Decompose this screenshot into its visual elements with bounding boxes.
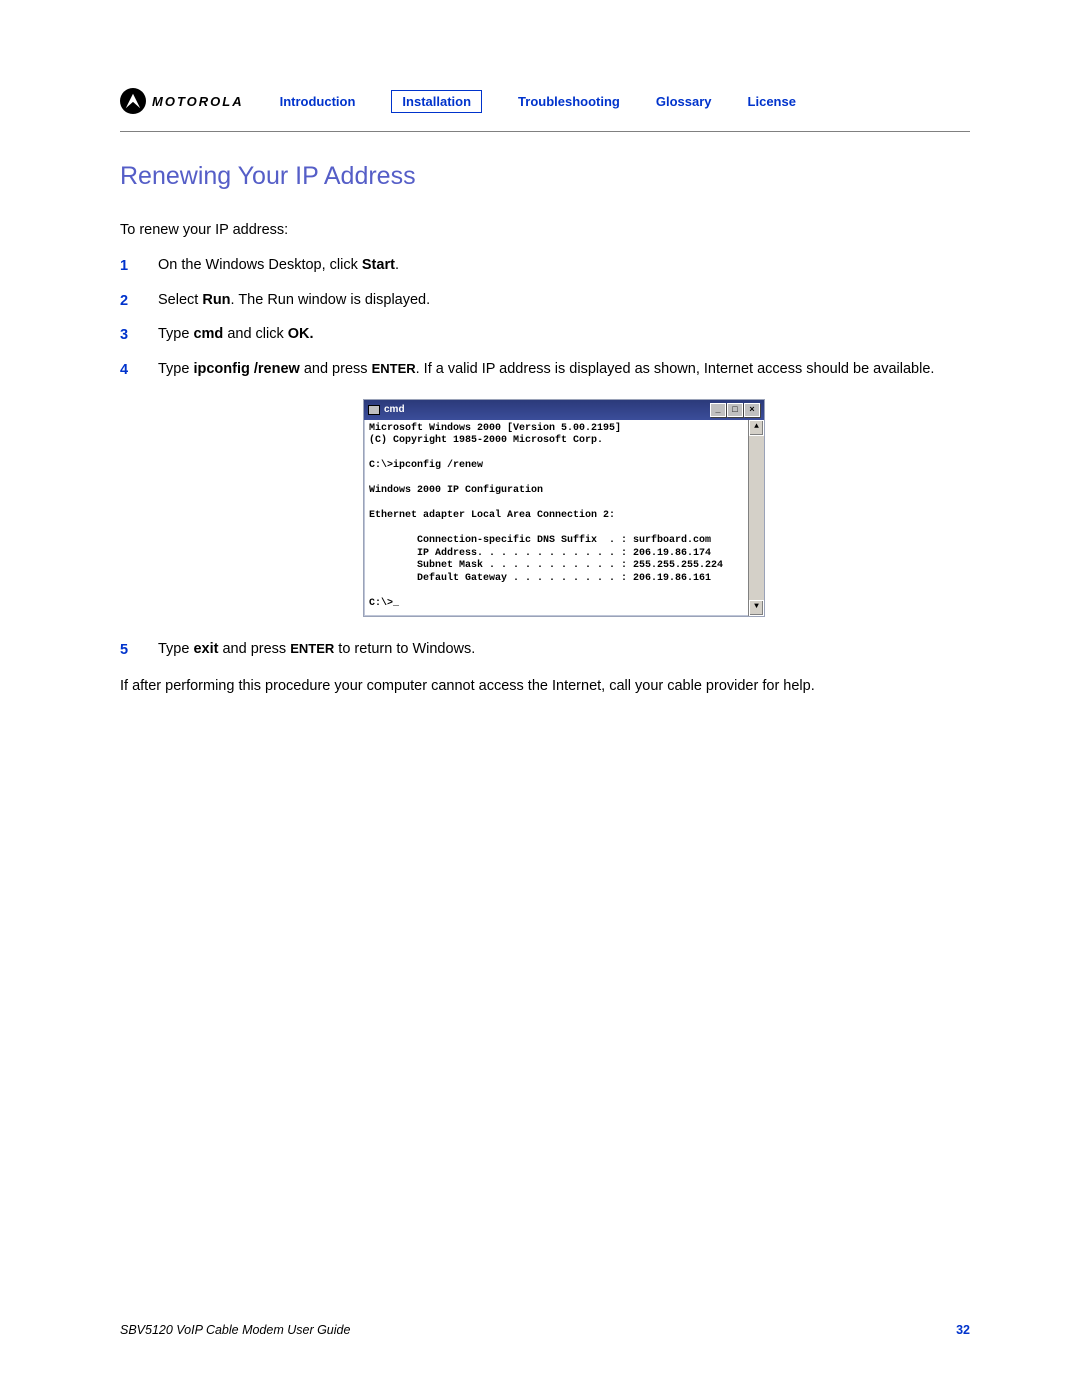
step-bold: OK. (288, 326, 314, 342)
step-number: 3 (120, 324, 144, 346)
step-fragment: and press (300, 361, 372, 377)
step-fragment: and press (218, 641, 290, 657)
step-3-text: Type cmd and click OK. (158, 324, 970, 346)
scrollbar[interactable]: ▲ ▼ (748, 420, 764, 617)
scroll-up-icon[interactable]: ▲ (749, 420, 764, 436)
step-fragment: Type (158, 326, 193, 342)
closing-text: If after performing this procedure your … (120, 676, 970, 698)
step-5-text: Type exit and press ENTER to return to W… (158, 639, 970, 661)
nav-installation[interactable]: Installation (391, 90, 482, 113)
step-fragment: . If a valid IP address is displayed as … (416, 361, 935, 377)
step-bold: Run (202, 292, 230, 308)
nav-introduction[interactable]: Introduction (280, 94, 356, 109)
cmd-output: Microsoft Windows 2000 [Version 5.00.219… (364, 420, 748, 617)
step-fragment: On the Windows Desktop, click (158, 257, 362, 273)
step-fragment: Select (158, 292, 202, 308)
cmd-titlebar: cmd _ □ × (364, 400, 764, 420)
step-fragment: . The Run window is displayed. (231, 292, 431, 308)
step-bold: cmd (193, 326, 223, 342)
step-fragment: to return to Windows. (334, 641, 475, 657)
scroll-down-icon[interactable]: ▼ (749, 600, 764, 616)
cmd-screenshot: cmd _ □ × Microsoft Windows 2000 [Versio… (158, 399, 970, 617)
step-number: 1 (120, 255, 144, 277)
step-fragment: Type (158, 641, 193, 657)
page-title: Renewing Your IP Address (120, 162, 970, 191)
window-controls: _ □ × (710, 403, 760, 417)
steps-list: 1 On the Windows Desktop, click Start. 2… (120, 255, 970, 661)
minimize-icon[interactable]: _ (710, 403, 726, 417)
nav-license[interactable]: License (748, 94, 796, 109)
step-smallcaps: ENTER (372, 361, 416, 376)
maximize-icon[interactable]: □ (727, 403, 743, 417)
nav-glossary[interactable]: Glossary (656, 94, 712, 109)
intro-text: To renew your IP address: (120, 219, 970, 241)
terminal-icon (368, 405, 380, 415)
step-bold: exit (193, 641, 218, 657)
step-number: 2 (120, 290, 144, 312)
step-2-text: Select Run. The Run window is displayed. (158, 290, 970, 312)
step-bold: ipconfig /renew (193, 361, 299, 377)
step-bold: Start (362, 257, 395, 273)
page-number: 32 (956, 1323, 970, 1337)
step-fragment: . (395, 257, 399, 273)
cmd-title: cmd (384, 402, 405, 418)
nav-troubleshooting[interactable]: Troubleshooting (518, 94, 620, 109)
close-icon[interactable]: × (744, 403, 760, 417)
step-fragment: Type (158, 361, 193, 377)
step-number: 5 (120, 639, 144, 661)
step-smallcaps: ENTER (290, 641, 334, 656)
motorola-batwing-icon (120, 88, 146, 114)
step-number: 4 (120, 359, 144, 381)
page-header: MOTOROLA Introduction Installation Troub… (120, 85, 970, 117)
step-1-text: On the Windows Desktop, click Start. (158, 255, 970, 277)
step-4-text: Type ipconfig /renew and press ENTER. If… (158, 359, 970, 381)
footer-doc-title: SBV5120 VoIP Cable Modem User Guide (120, 1323, 350, 1337)
top-nav: Introduction Installation Troubleshootin… (280, 90, 796, 113)
brand-name: MOTOROLA (152, 94, 244, 109)
page-footer: SBV5120 VoIP Cable Modem User Guide 32 (120, 1323, 970, 1337)
step-fragment: and click (223, 326, 287, 342)
brand-logo: MOTOROLA (120, 88, 244, 114)
header-divider (120, 131, 970, 132)
cmd-window: cmd _ □ × Microsoft Windows 2000 [Versio… (363, 399, 765, 617)
